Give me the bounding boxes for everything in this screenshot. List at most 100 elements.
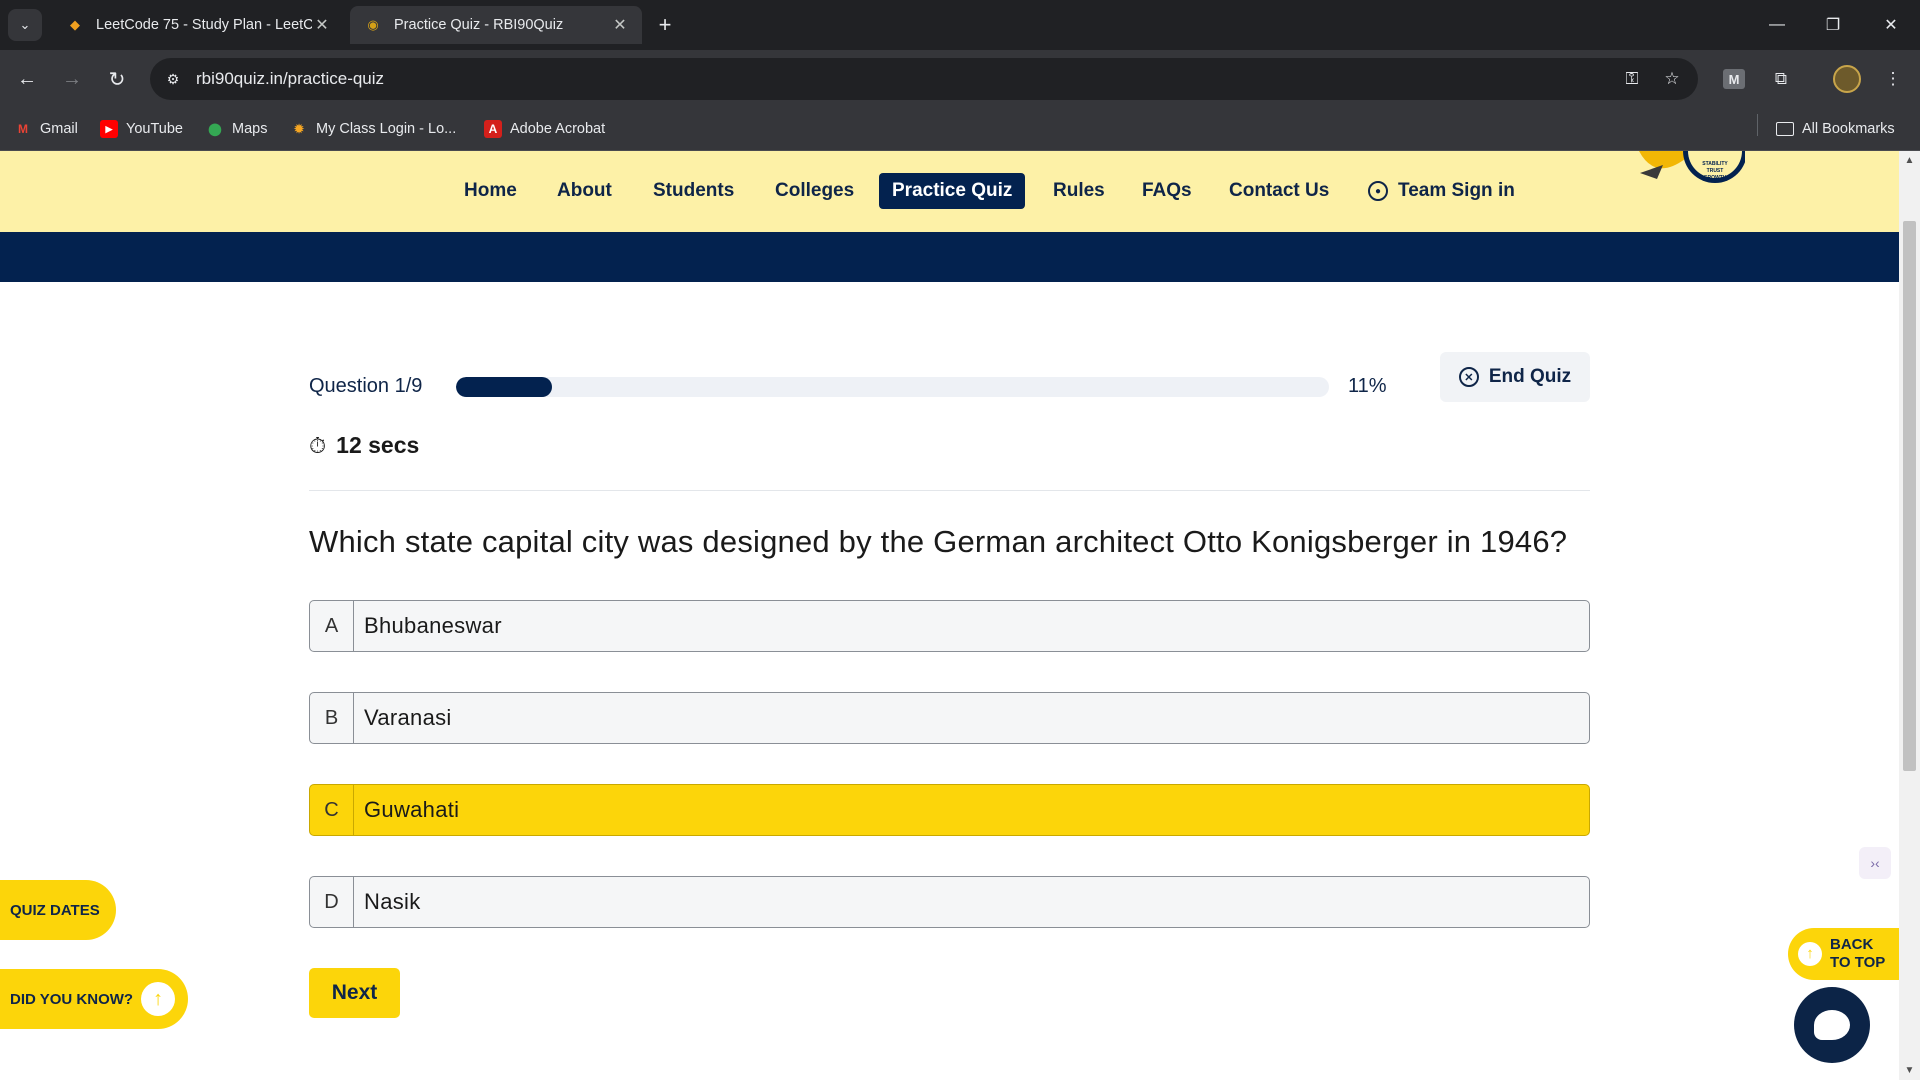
widget-toggle-icon[interactable]: ›‹ <box>1859 847 1891 879</box>
nav-colleges[interactable]: Colleges <box>762 173 867 209</box>
bookmark-gmail[interactable]: M Gmail <box>14 118 78 140</box>
question-counter: Question 1/9 <box>309 375 423 397</box>
bookmark-youtube[interactable]: ▶ YouTube <box>100 118 183 140</box>
window-close-button[interactable]: ✕ <box>1876 10 1906 40</box>
menu-kebab-icon[interactable]: ⋮ <box>1878 64 1908 94</box>
option-b[interactable]: B Varanasi <box>309 692 1590 744</box>
logo-word-trust: TRUST <box>1707 168 1724 174</box>
option-d[interactable]: D Nasik <box>309 876 1590 928</box>
site-info-icon[interactable]: ⚙ <box>162 68 184 90</box>
all-bookmarks[interactable]: All Bookmarks <box>1776 118 1895 140</box>
bookmark-label: Maps <box>232 121 268 137</box>
profile-button[interactable] <box>1832 64 1862 94</box>
option-text: Varanasi <box>364 705 452 730</box>
back-to-top-button[interactable]: ↑ BACK TO TOP <box>1788 928 1900 980</box>
bookmark-maps[interactable]: ⬤ Maps <box>206 118 267 140</box>
bookmark-star-icon[interactable]: ☆ <box>1660 68 1684 90</box>
address-bar[interactable]: ⚙ rbi90quiz.in/practice-quiz ⚿ ☆ <box>150 58 1698 100</box>
url-text[interactable]: rbi90quiz.in/practice-quiz <box>196 69 384 89</box>
bookmarks-bar: M Gmail ▶ YouTube ⬤ Maps ✹ My Class Logi… <box>0 108 1920 151</box>
gmail-icon: M <box>18 122 28 136</box>
page-scrollbar[interactable]: ▲ ▼ <box>1899 151 1920 1080</box>
reload-button[interactable]: ↻ <box>102 64 132 94</box>
option-letter: B <box>310 693 354 743</box>
extension-m-icon: M <box>1723 69 1745 89</box>
option-text: Bhubaneswar <box>364 613 502 638</box>
scroll-up-arrow-icon[interactable]: ▲ <box>1903 153 1916 167</box>
scroll-thumb[interactable] <box>1903 221 1916 771</box>
avatar <box>1833 65 1861 93</box>
back-button[interactable]: ← <box>12 64 42 94</box>
browser-tab-practice-quiz[interactable]: ◉ Practice Quiz - RBI90Quiz ✕ <box>350 6 642 44</box>
scroll-down-arrow-icon[interactable]: ▼ <box>1903 1063 1916 1077</box>
acrobat-icon: A <box>484 120 502 138</box>
site-navbar: Home About Students Colleges Practice Qu… <box>0 151 1899 232</box>
maps-icon: ⬤ <box>208 122 222 136</box>
close-icon[interactable]: ✕ <box>312 15 332 35</box>
logo-word-growth: GROWTH <box>1704 175 1727 181</box>
question-text: Which state capital city was designed by… <box>309 524 1568 559</box>
extensions-puzzle-icon[interactable]: ⧉ <box>1766 64 1796 94</box>
sun-icon: ✹ <box>293 122 305 136</box>
browser-toolbar: ← → ↻ ⚙ rbi90quiz.in/practice-quiz ⚿ ☆ M… <box>0 50 1920 108</box>
option-c[interactable]: C Guwahati <box>309 784 1590 836</box>
back-to-top-label: BACK TO TOP <box>1830 936 1885 972</box>
next-button[interactable]: Next <box>309 968 400 1018</box>
quiz-timer: ⏱ 12 secs <box>309 432 419 459</box>
back-to-top-line1: BACK <box>1830 936 1874 953</box>
nav-rules[interactable]: Rules <box>1040 173 1118 209</box>
forward-button[interactable]: → <box>57 64 87 94</box>
minimize-button[interactable]: — <box>1762 10 1792 40</box>
logo-word-stability: STABILITY <box>1702 161 1728 167</box>
bookmark-label: YouTube <box>126 121 183 137</box>
nav-students[interactable]: Students <box>640 173 747 209</box>
chat-widget-button[interactable] <box>1794 987 1870 1063</box>
option-letter: D <box>310 877 354 927</box>
option-text: Nasik <box>364 889 421 914</box>
extension-m-button[interactable]: M <box>1719 64 1749 94</box>
bookmark-label: Adobe Acrobat <box>510 121 606 137</box>
page-viewport: Home About Students Colleges Practice Qu… <box>0 151 1899 1080</box>
nav-team-sign-in[interactable]: ● Team Sign in <box>1355 173 1528 209</box>
bookmarks-divider <box>1757 114 1758 136</box>
restore-button[interactable]: ❐ <box>1818 10 1848 40</box>
end-quiz-button[interactable]: ✕ End Quiz <box>1440 352 1590 402</box>
nav-home[interactable]: Home <box>451 173 530 209</box>
bookmark-label: My Class Login - Lo... <box>316 121 457 137</box>
arrow-up-icon: ↑ <box>141 982 176 1016</box>
bookmark-label: Gmail <box>40 121 78 137</box>
option-letter: C <box>310 785 354 835</box>
did-you-know-label: DID YOU KNOW? <box>10 990 134 1008</box>
chat-icon <box>1814 1010 1850 1040</box>
end-quiz-label: End Quiz <box>1488 366 1572 387</box>
close-circle-icon: ✕ <box>1458 367 1479 387</box>
folder-icon <box>1776 122 1794 136</box>
option-a[interactable]: A Bhubaneswar <box>309 600 1590 652</box>
chevron-down-icon: ⌄ <box>19 17 31 32</box>
bookmark-adobe-acrobat[interactable]: A Adobe Acrobat <box>484 118 605 140</box>
rbi-favicon-icon: ◉ <box>367 17 379 32</box>
youtube-icon: ▶ <box>100 120 118 138</box>
browser-tabbar: ⌄ ◆ LeetCode 75 - Study Plan - LeetCode … <box>0 0 1920 50</box>
browser-tab-leetcode[interactable]: ◆ LeetCode 75 - Study Plan - LeetCode ✕ <box>52 6 344 44</box>
bookmark-my-class-login[interactable]: ✹ My Class Login - Lo... <box>290 118 456 140</box>
option-text: Guwahati <box>364 797 460 822</box>
nav-about[interactable]: About <box>544 173 625 209</box>
timer-value: 12 secs <box>336 432 420 458</box>
progress-fill <box>456 377 553 397</box>
option-letter: A <box>310 601 354 651</box>
leetcode-favicon-icon: ◆ <box>70 17 80 32</box>
did-you-know-button[interactable]: DID YOU KNOW? ↑ <box>0 969 188 1029</box>
new-tab-button[interactable]: + <box>652 12 678 38</box>
hero-band <box>0 232 1899 282</box>
nav-faqs[interactable]: FAQs <box>1129 173 1205 209</box>
site-logo[interactable]: STABILITY TRUST GROWTH <box>1635 151 1745 189</box>
progress-bar <box>456 377 1329 397</box>
divider <box>309 490 1590 491</box>
close-icon[interactable]: ✕ <box>610 15 630 35</box>
quiz-dates-button[interactable]: QUIZ DATES <box>0 880 116 940</box>
password-key-icon[interactable]: ⚿ <box>1620 68 1644 90</box>
nav-contact-us[interactable]: Contact Us <box>1216 173 1342 209</box>
tab-search-button[interactable]: ⌄ <box>8 9 42 41</box>
nav-practice-quiz[interactable]: Practice Quiz <box>879 173 1026 209</box>
